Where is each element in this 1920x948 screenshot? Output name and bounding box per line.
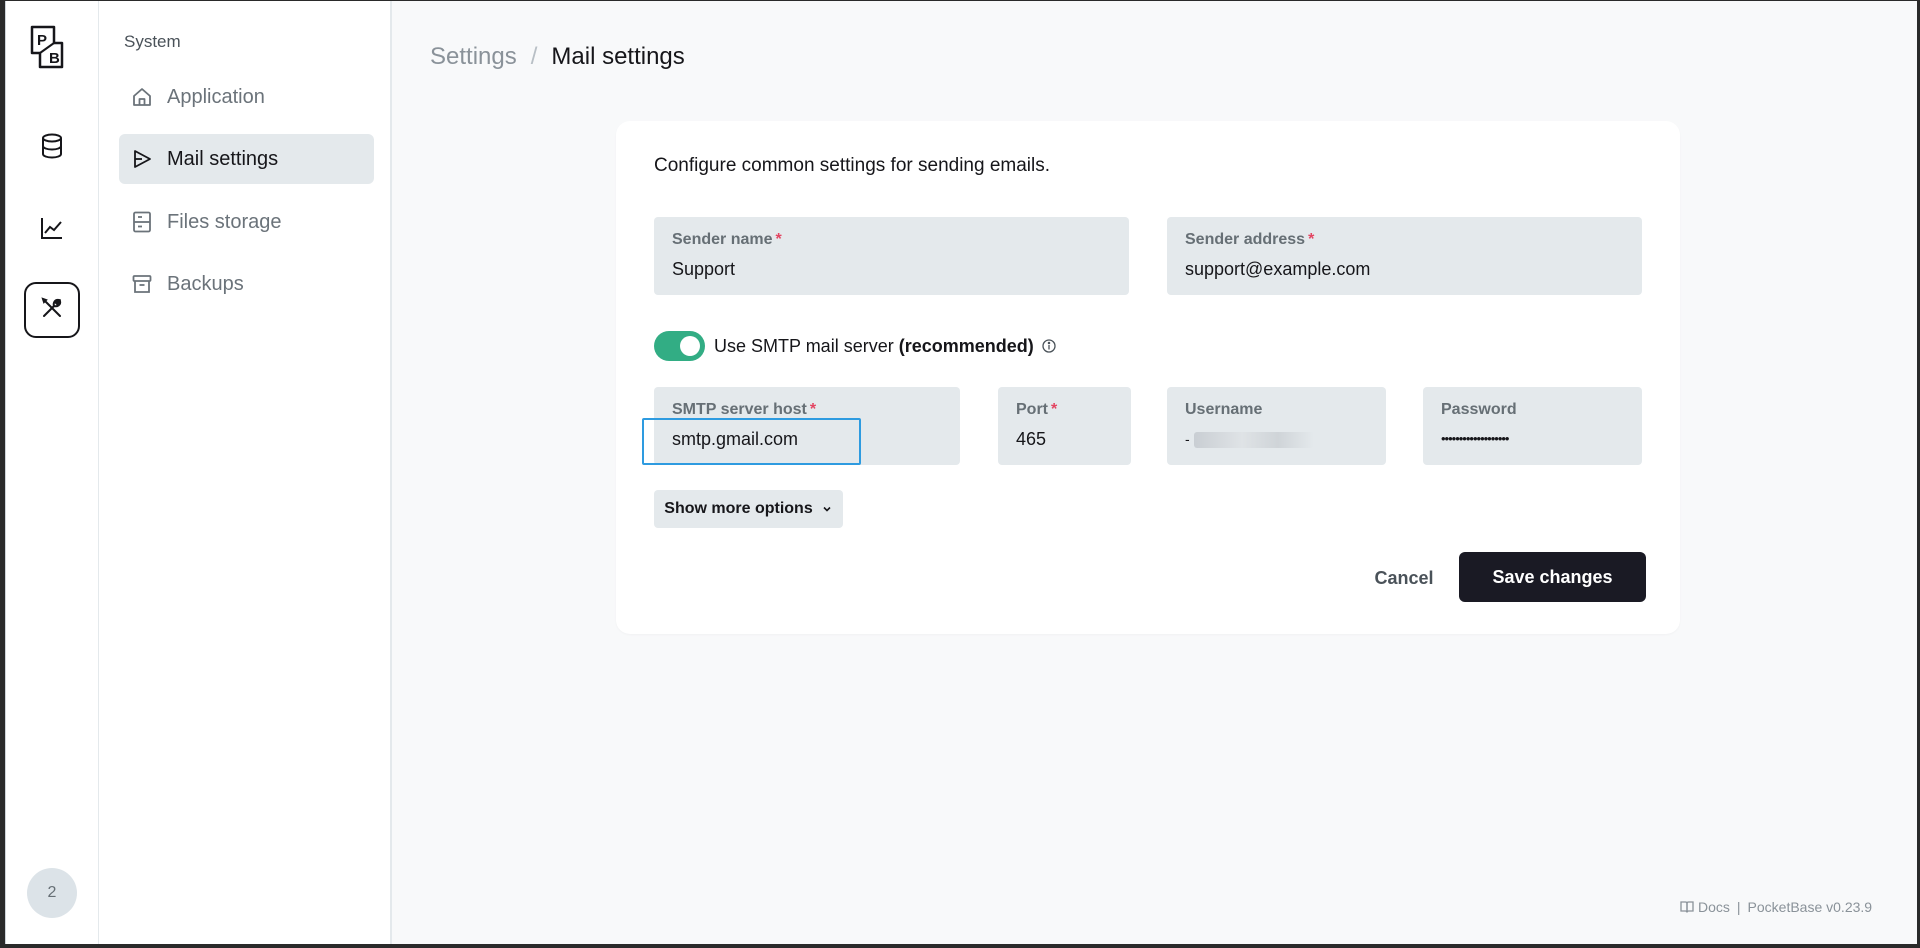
toggle-knob [680,336,700,356]
chevron-down-icon [821,503,833,515]
smtp-toggle-label[interactable]: Use SMTP mail server [714,336,894,357]
username-field[interactable]: Username - [1167,387,1386,465]
mail-settings-panel: Configure common settings for sending em… [616,121,1680,634]
chart-line-icon [40,216,64,245]
svg-text:B: B [49,50,60,67]
home-icon [131,86,153,108]
archive-icon [131,273,153,295]
sender-name-label: Sender name * [672,231,782,248]
settings-sidebar: System Application Mail settings Files s… [99,1,392,944]
sender-name-field[interactable]: Sender name * Support [654,217,1129,295]
cancel-button[interactable]: Cancel [1341,553,1467,603]
footer: Docs | PocketBase v0.23.9 [1680,899,1872,915]
username-label: Username [1185,401,1263,418]
pocketbase-logo[interactable]: P B [26,23,78,75]
sidebar-item-label: Backups [167,272,244,295]
app-window: P B 2 System Application Mail settings F… [5,1,1917,944]
sidebar-item-label: Files storage [167,210,282,233]
info-icon[interactable] [1042,339,1056,353]
port-label: Port * [1016,401,1058,418]
sidebar-item-files-storage[interactable]: Files storage [119,197,374,247]
page-title: Mail settings [551,43,685,70]
smtp-host-label: SMTP server host * [672,401,817,418]
sender-address-field[interactable]: Sender address * support@example.com [1167,217,1642,295]
panel-description: Configure common settings for sending em… [654,155,1051,176]
sidebar-item-application[interactable]: Application [119,72,374,122]
redacted-username [1193,432,1314,449]
breadcrumb-settings[interactable]: Settings [430,43,517,71]
tools-icon [40,296,64,325]
settings-nav-button[interactable] [24,282,80,338]
smtp-toggle-recommended: (recommended) [898,335,1034,356]
app-bar: P B 2 [6,1,99,944]
sidebar-item-label: Mail settings [167,147,279,170]
svg-text:P: P [37,32,47,49]
save-changes-button[interactable]: Save changes [1459,552,1646,602]
port-field[interactable]: Port * 465 [998,387,1131,465]
breadcrumb-separator: / [530,43,538,70]
sidebar-item-label: Application [167,85,265,108]
sender-address-label: Sender address * [1185,231,1315,248]
sidebar-item-backups[interactable]: Backups [119,259,374,309]
smtp-toggle[interactable] [654,331,705,361]
sidebar-title: System [124,32,181,51]
footer-separator: | [1736,899,1741,915]
version-link[interactable]: PocketBase v0.23.9 [1748,899,1873,915]
book-icon [1680,900,1694,914]
show-more-options-label: Show more options [664,500,813,517]
logs-nav-button[interactable] [24,202,80,258]
password-input[interactable]: ••••••••••••••••••• [1441,431,1509,446]
avatar[interactable]: 2 [27,868,77,918]
docs-link[interactable]: Docs [1698,899,1730,915]
send-icon [131,148,153,170]
show-more-options-button[interactable]: Show more options [654,490,843,528]
collections-nav-button[interactable] [24,120,80,176]
breadcrumb: Settings / Mail settings [430,43,685,71]
username-input[interactable]: - [1185,431,1314,449]
password-label: Password [1441,401,1517,418]
database-icon [40,133,64,164]
sidebar-item-mail-settings[interactable]: Mail settings [119,134,374,184]
port-input[interactable]: 465 [1016,429,1046,450]
sender-address-input[interactable]: support@example.com [1185,259,1370,280]
avatar-label: 2 [47,884,57,901]
sender-name-input[interactable]: Support [672,259,735,280]
password-field[interactable]: Password ••••••••••••••••••• [1423,387,1642,465]
smtp-toggle-row: Use SMTP mail server (recommended) [654,331,1056,361]
storage-icon [131,211,153,233]
focus-highlight [642,418,861,465]
